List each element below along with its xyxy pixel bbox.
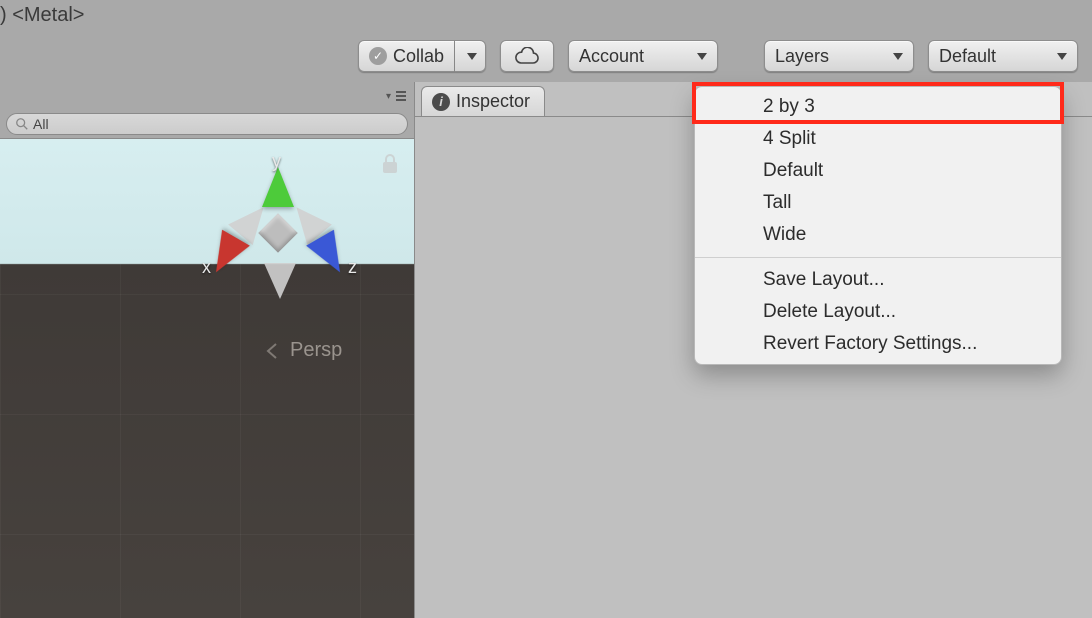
layout-menu-revert[interactable]: Revert Factory Settings... <box>695 328 1061 360</box>
chevron-down-icon <box>467 53 477 60</box>
layout-label: Default <box>939 46 996 67</box>
collab-dropdown-toggle[interactable] <box>455 40 486 72</box>
layout-menu-item-default[interactable]: Default <box>695 155 1061 187</box>
axis-label-y: y <box>272 151 281 172</box>
chevron-down-icon <box>893 53 903 60</box>
account-dropdown[interactable]: Account <box>568 40 718 72</box>
tab-inspector[interactable]: i Inspector <box>421 86 545 116</box>
layout-menu-item-2by3[interactable]: 2 by 3 <box>695 91 1061 123</box>
gizmo-cone-back <box>264 263 296 299</box>
panel-options-icon[interactable]: ▾ <box>386 91 392 102</box>
layout-menu-item-wide[interactable]: Wide <box>695 219 1061 251</box>
panel-options-bar: ▾ <box>0 82 414 110</box>
top-toolbar: ✓ Collab Account Layers Default <box>0 30 1092 82</box>
panel-menu-icon[interactable] <box>396 91 406 101</box>
axis-label-z: z <box>348 257 357 278</box>
collab-button[interactable]: ✓ Collab <box>358 40 455 72</box>
axis-label-x: x <box>202 257 211 278</box>
layers-dropdown[interactable]: Layers <box>764 40 914 72</box>
window-titlebar: ) <Metal> <box>0 0 1092 30</box>
layout-menu-save[interactable]: Save Layout... <box>695 264 1061 296</box>
layout-menu: 2 by 3 4 Split Default Tall Wide Save La… <box>694 86 1062 365</box>
search-row: All <box>0 110 414 138</box>
layout-menu-item-tall[interactable]: Tall <box>695 187 1061 219</box>
layout-menu-item-4split[interactable]: 4 Split <box>695 123 1061 155</box>
layout-dropdown[interactable]: Default <box>928 40 1078 72</box>
layout-menu-delete[interactable]: Delete Layout... <box>695 296 1061 328</box>
orientation-gizmo[interactable]: y x z <box>176 147 376 317</box>
search-placeholder: All <box>33 116 49 132</box>
menu-separator <box>695 257 1061 258</box>
search-icon <box>15 117 29 131</box>
scene-viewport[interactable]: y x z Persp <box>0 138 414 618</box>
scene-panel: ▾ All y x z <box>0 82 415 618</box>
chevron-down-icon <box>1057 53 1067 60</box>
search-input[interactable]: All <box>6 113 408 135</box>
projection-label: Persp <box>290 339 342 362</box>
chevron-left-icon <box>264 342 282 360</box>
collab-button-group: ✓ Collab <box>358 40 486 72</box>
window-title: ) <Metal> <box>0 4 84 27</box>
info-icon: i <box>432 93 450 111</box>
chevron-down-icon <box>697 53 707 60</box>
gizmo-cone-y[interactable] <box>262 167 294 207</box>
cloud-button[interactable] <box>500 40 554 72</box>
cloud-icon <box>514 47 540 65</box>
collab-label: Collab <box>393 46 444 67</box>
projection-toggle[interactable]: Persp <box>264 339 342 362</box>
check-circle-icon: ✓ <box>369 47 387 65</box>
lock-icon[interactable] <box>380 153 400 180</box>
layers-label: Layers <box>775 46 829 67</box>
inspector-tab-label: Inspector <box>456 91 530 112</box>
account-label: Account <box>579 46 644 67</box>
